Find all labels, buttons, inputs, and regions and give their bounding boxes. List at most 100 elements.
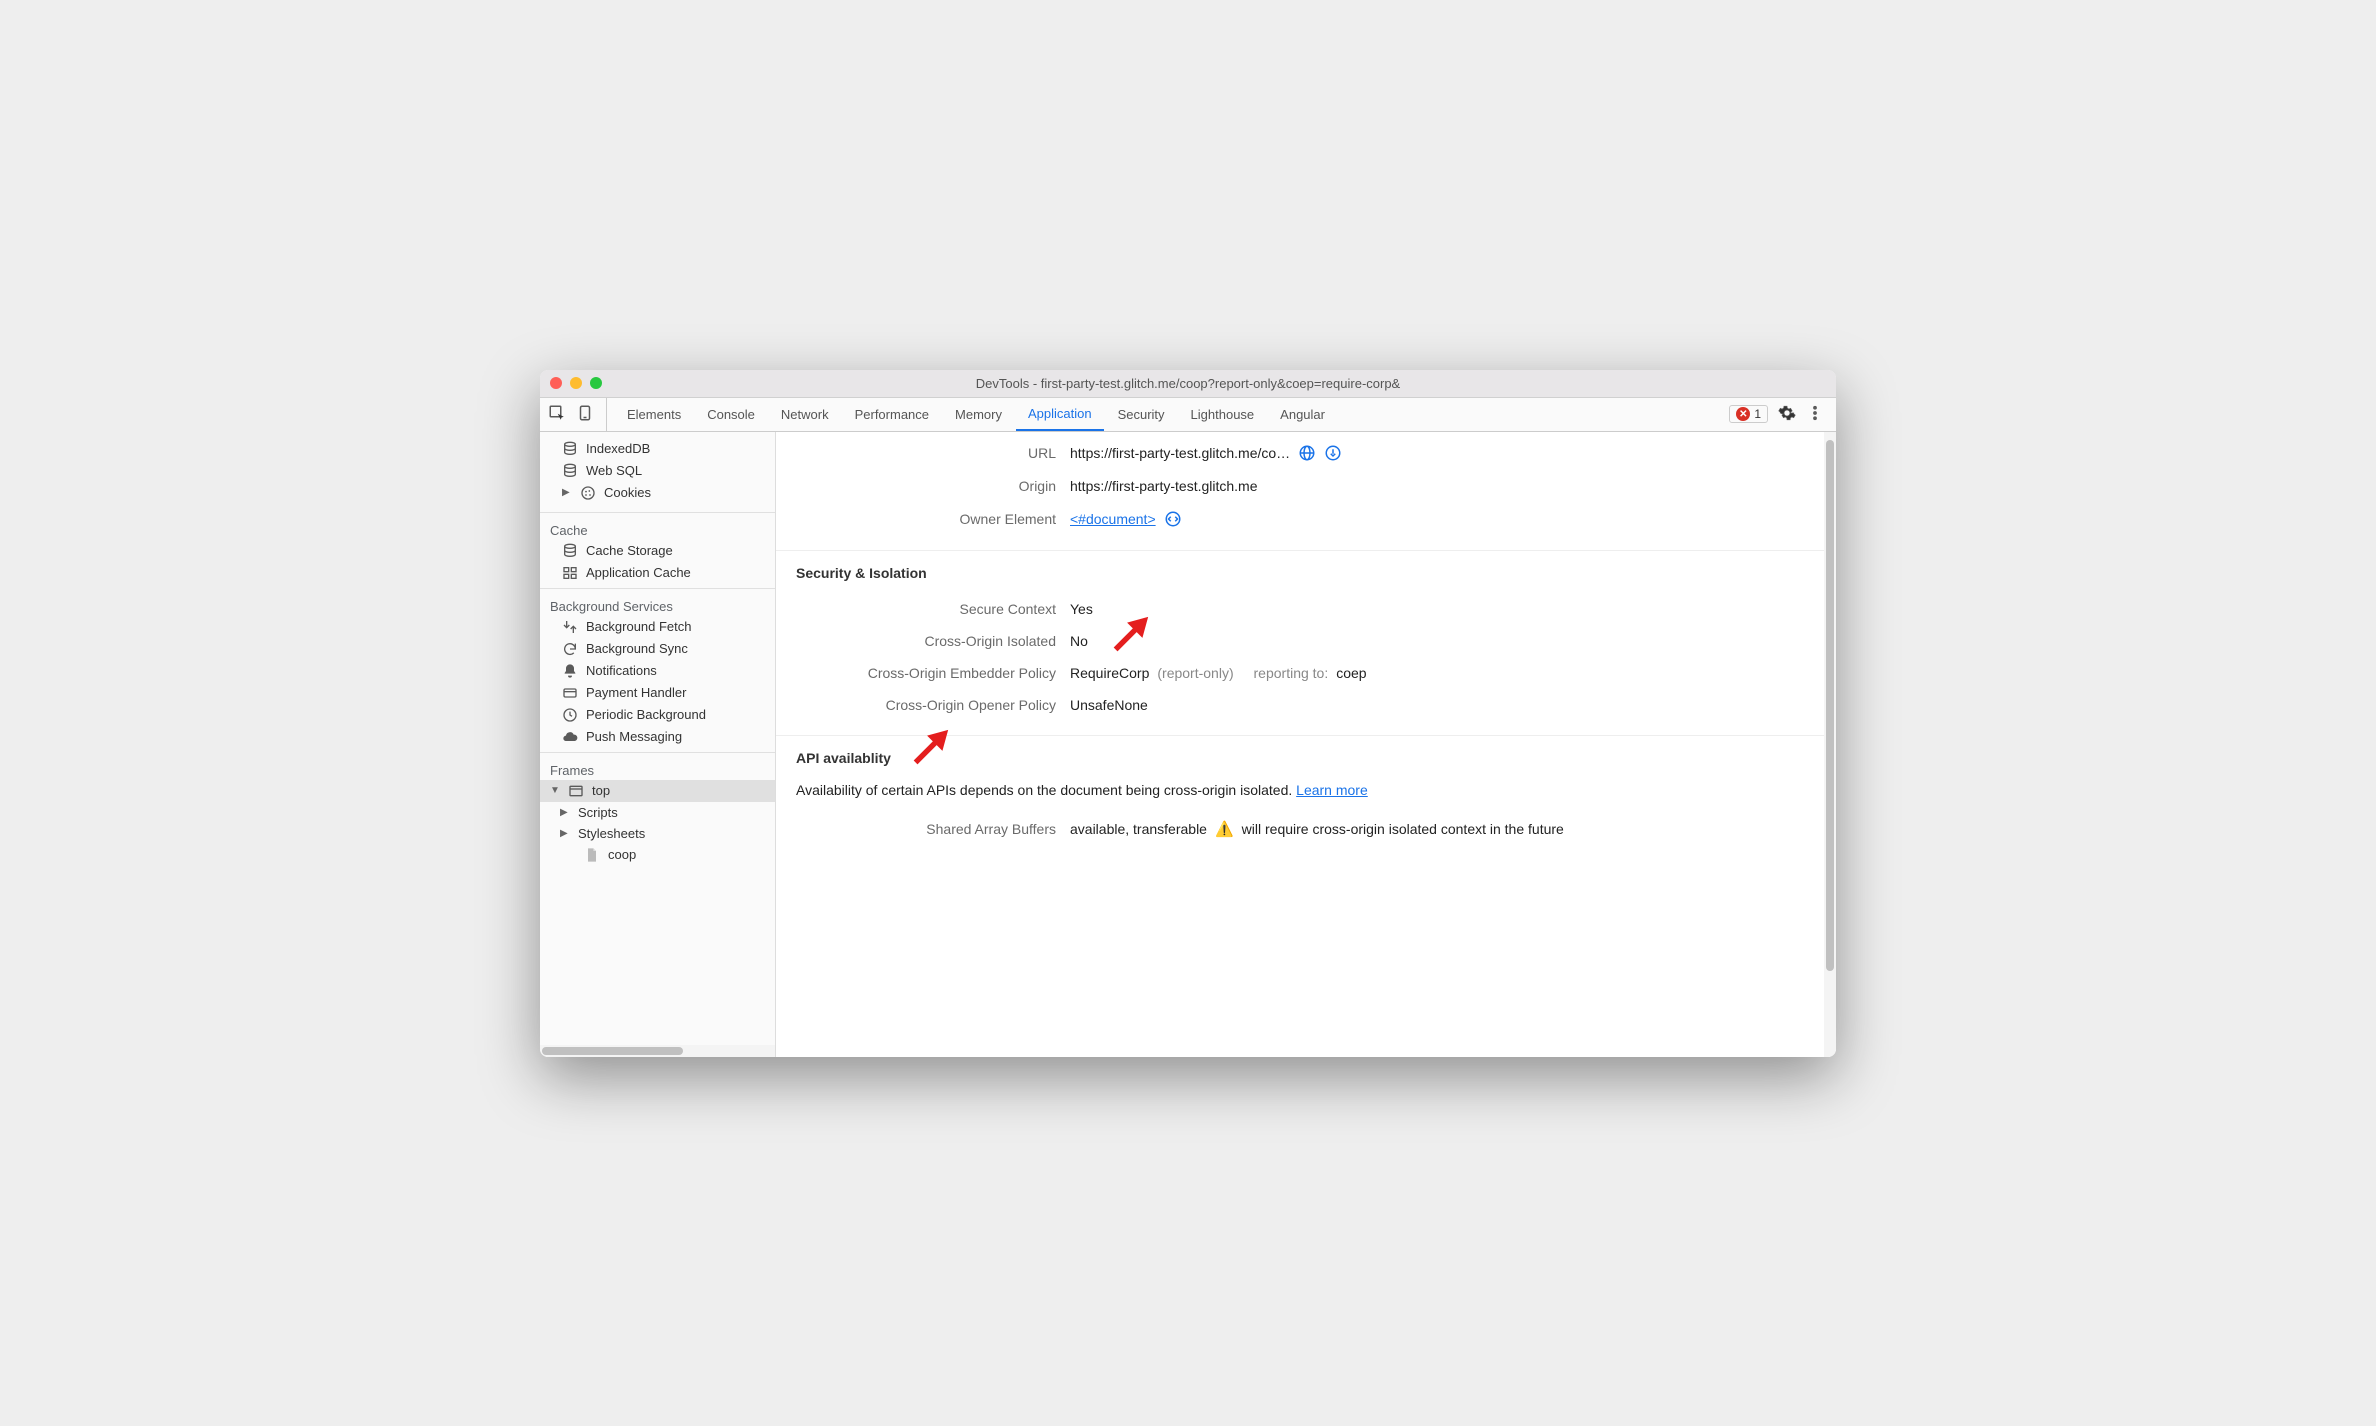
frame-details-panel: URL https://first-party-test.glitch.me/c…	[776, 432, 1836, 1057]
sidebar-item-background-sync[interactable]: Background Sync	[540, 638, 775, 660]
sidebar-item-background-fetch[interactable]: Background Fetch	[540, 616, 775, 638]
tab-performance[interactable]: Performance	[843, 398, 941, 431]
sidebar-item-label: Notifications	[586, 663, 657, 678]
sidebar-item-cache-storage[interactable]: Cache Storage	[540, 540, 775, 562]
clock-icon	[562, 707, 578, 723]
sidebar-item-label: IndexedDB	[586, 441, 650, 456]
devtools-window: DevTools - first-party-test.glitch.me/co…	[540, 370, 1836, 1057]
sidebar-item-notifications[interactable]: Notifications	[540, 660, 775, 682]
device-toolbar-icon[interactable]	[576, 404, 594, 425]
sync-icon	[562, 641, 578, 657]
sidebar-item-websql[interactable]: Web SQL	[540, 460, 775, 482]
devtools-tab-bar: Elements Console Network Performance Mem…	[540, 398, 1836, 432]
coep-reporting-to-label: reporting to:	[1254, 665, 1329, 681]
expand-caret-icon: ▼	[550, 785, 560, 796]
database-icon	[562, 463, 578, 479]
title-bar: DevTools - first-party-test.glitch.me/co…	[540, 370, 1836, 398]
origin-value: https://first-party-test.glitch.me	[1070, 478, 1258, 494]
secure-context-value: Yes	[1070, 601, 1093, 617]
warning-icon: ⚠️	[1215, 820, 1234, 838]
sidebar-heading-frames: Frames	[540, 757, 775, 780]
sidebar-item-application-cache[interactable]: Application Cache	[540, 562, 775, 584]
error-count-badge[interactable]: ✕ 1	[1729, 405, 1768, 423]
sidebar-item-label: Web SQL	[586, 463, 642, 478]
tab-security[interactable]: Security	[1106, 398, 1177, 431]
reveal-in-network-icon[interactable]	[1298, 444, 1316, 462]
error-count: 1	[1754, 407, 1761, 421]
error-icon: ✕	[1736, 407, 1750, 421]
secure-context-label: Secure Context	[796, 601, 1056, 617]
frame-tree-label: coop	[608, 847, 636, 862]
sidebar-heading-background: Background Services	[540, 593, 775, 616]
tab-angular[interactable]: Angular	[1268, 398, 1337, 431]
sidebar-item-label: Periodic Background	[586, 707, 706, 722]
bell-icon	[562, 663, 578, 679]
main-vertical-scrollbar[interactable]	[1824, 432, 1836, 1057]
learn-more-link[interactable]: Learn more	[1296, 782, 1368, 798]
window-controls	[550, 377, 602, 389]
sidebar-item-payment-handler[interactable]: Payment Handler	[540, 682, 775, 704]
sidebar-item-label: Application Cache	[586, 565, 691, 580]
coop-label: Cross-Origin Opener Policy	[796, 697, 1056, 713]
settings-icon[interactable]	[1778, 404, 1796, 425]
frame-tree-label: Stylesheets	[578, 826, 645, 841]
sidebar-item-push-messaging[interactable]: Push Messaging	[540, 726, 775, 748]
shared-array-buffers-warning: will require cross-origin isolated conte…	[1242, 821, 1564, 837]
tab-elements[interactable]: Elements	[615, 398, 693, 431]
card-icon	[562, 685, 578, 701]
coep-value: RequireCorp	[1070, 665, 1149, 681]
url-label: URL	[796, 445, 1056, 461]
frame-tree-item-stylesheets[interactable]: ▶ Stylesheets	[540, 823, 775, 844]
sidebar-horizontal-scrollbar[interactable]	[540, 1045, 775, 1057]
sidebar-item-label: Background Fetch	[586, 619, 692, 634]
coep-reporting-to-value: coep	[1336, 665, 1366, 681]
coop-value: UnsafeNone	[1070, 697, 1148, 713]
shared-array-buffers-label: Shared Array Buffers	[796, 821, 1056, 837]
api-availability-heading: API availablity	[796, 750, 1816, 766]
api-availability-note: Availability of certain APIs depends on …	[796, 778, 1816, 812]
cloud-icon	[562, 729, 578, 745]
frame-icon	[568, 783, 584, 799]
fetch-icon	[562, 619, 578, 635]
tab-network[interactable]: Network	[769, 398, 841, 431]
sidebar-item-label: Background Sync	[586, 641, 688, 656]
sidebar-item-indexeddb[interactable]: IndexedDB	[540, 438, 775, 460]
owner-element-label: Owner Element	[796, 511, 1056, 527]
frame-tree-label: Scripts	[578, 805, 618, 820]
close-window-button[interactable]	[550, 377, 562, 389]
window-title: DevTools - first-party-test.glitch.me/co…	[540, 376, 1836, 391]
reveal-in-elements-icon[interactable]	[1164, 510, 1182, 528]
owner-element-link[interactable]: <#document>	[1070, 511, 1156, 527]
sidebar-item-label: Push Messaging	[586, 729, 682, 744]
database-icon	[562, 543, 578, 559]
database-icon	[562, 441, 578, 457]
frame-tree-item-top[interactable]: ▼ top	[540, 780, 775, 802]
expand-caret-icon: ▶	[560, 828, 570, 839]
frame-tree-item-scripts[interactable]: ▶ Scripts	[540, 802, 775, 823]
origin-label: Origin	[796, 478, 1056, 494]
cross-origin-isolated-value: No	[1070, 633, 1088, 649]
grid-icon	[562, 565, 578, 581]
sidebar-item-label: Cookies	[604, 485, 651, 500]
sidebar-item-cookies[interactable]: ▶ Cookies	[540, 482, 775, 504]
document-icon	[584, 847, 600, 863]
expand-caret-icon: ▶	[560, 807, 570, 818]
frame-tree-label: top	[592, 783, 610, 798]
minimize-window-button[interactable]	[570, 377, 582, 389]
sidebar-item-periodic-background[interactable]: Periodic Background	[540, 704, 775, 726]
sidebar-item-label: Cache Storage	[586, 543, 673, 558]
coep-report-only: (report-only)	[1157, 665, 1233, 681]
more-menu-icon[interactable]	[1806, 404, 1824, 425]
frame-tree-item-coop[interactable]: coop	[540, 844, 775, 866]
fullscreen-window-button[interactable]	[590, 377, 602, 389]
reveal-in-sources-icon[interactable]	[1324, 444, 1342, 462]
tab-application[interactable]: Application	[1016, 398, 1104, 431]
inspect-element-icon[interactable]	[548, 404, 566, 425]
tab-console[interactable]: Console	[695, 398, 767, 431]
security-isolation-heading: Security & Isolation	[796, 565, 1816, 581]
tab-lighthouse[interactable]: Lighthouse	[1179, 398, 1267, 431]
shared-array-buffers-value: available, transferable	[1070, 821, 1207, 837]
tab-memory[interactable]: Memory	[943, 398, 1014, 431]
coep-label: Cross-Origin Embedder Policy	[796, 665, 1056, 681]
cookie-icon	[580, 485, 596, 501]
